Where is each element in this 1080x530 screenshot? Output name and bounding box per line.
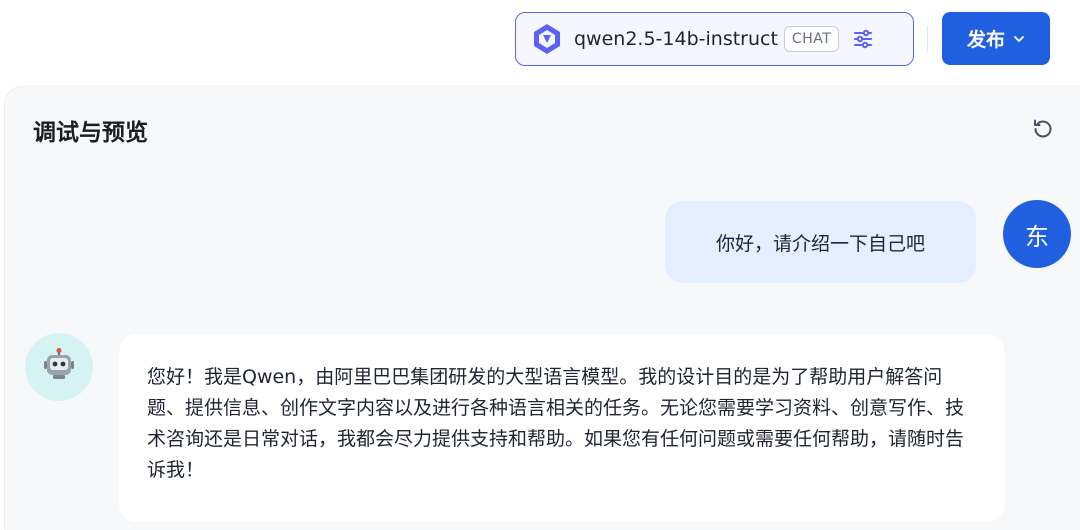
assistant-message-bubble: 您好！我是Qwen，由阿里巴巴集团研发的大型语言模型。我的设计目的是为了帮助用户… [119,334,1005,522]
user-message-bubble: 你好，请介绍一下自己吧 [665,201,976,283]
model-name: qwen2.5-14b-instruct [574,28,778,50]
robot-icon [41,347,77,387]
model-type-badge: CHAT [783,26,840,52]
user-message-text: 你好，请介绍一下自己吧 [715,232,925,255]
assistant-avatar [25,333,93,401]
chevron-down-icon [1013,28,1025,50]
panel-title: 调试与预览 [33,120,148,146]
publish-button[interactable]: 发布 [942,12,1050,65]
debug-preview-panel: 调试与预览 你好，请介绍一下自己吧 东 您好！我是Qwen，由阿里巴巴集团研发的… [4,86,1080,530]
refresh-icon[interactable] [1029,115,1057,143]
toolbar-divider [927,26,928,52]
top-bar: qwen2.5-14b-instruct CHAT 发布 [0,0,1080,80]
user-avatar: 东 [1003,200,1071,268]
sliders-icon[interactable] [851,27,875,51]
qwen-logo-icon [530,22,564,56]
publish-label: 发布 [966,29,1005,51]
assistant-message-text: 您好！我是Qwen，由阿里巴巴集团研发的大型语言模型。我的设计目的是为了帮助用户… [147,366,965,481]
model-selector[interactable]: qwen2.5-14b-instruct CHAT [515,12,914,66]
